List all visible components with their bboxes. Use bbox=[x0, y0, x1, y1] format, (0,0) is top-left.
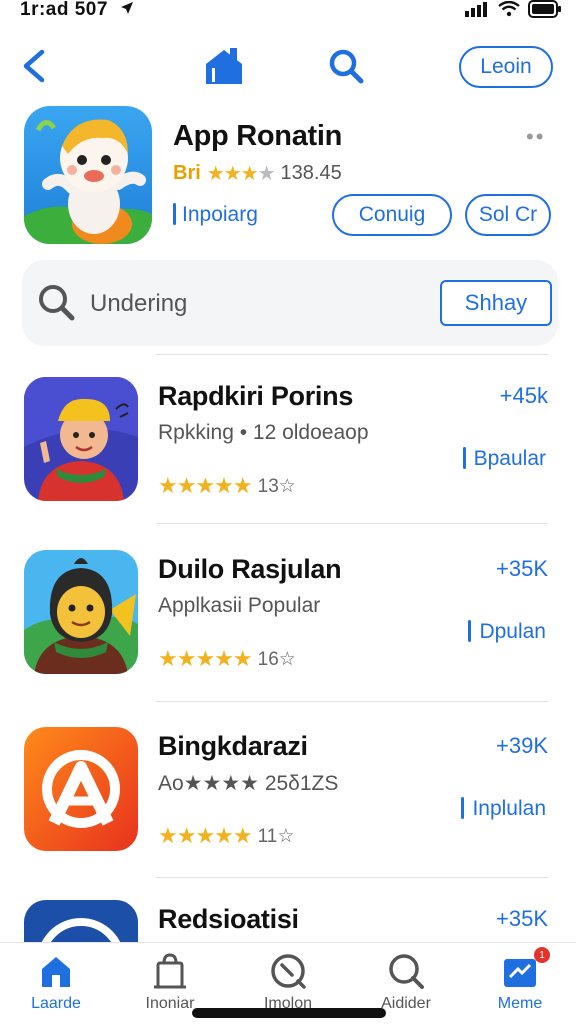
search-icon bbox=[39, 285, 75, 321]
link-bar-icon bbox=[468, 620, 472, 642]
app-icon[interactable] bbox=[24, 377, 138, 501]
search-input[interactable]: Undering bbox=[90, 290, 187, 318]
notification-badge: 1 bbox=[534, 947, 550, 963]
app-rating: ★★★★★ 16☆ bbox=[158, 646, 296, 672]
top-nav: Leoin bbox=[0, 40, 576, 96]
app-link-label: Dpulan bbox=[479, 620, 546, 643]
app-name: Redsioatisi bbox=[158, 904, 299, 934]
link-bar-icon bbox=[462, 447, 466, 469]
featured-app-icon[interactable] bbox=[24, 106, 152, 244]
star-rating-icon: ★★★★★ bbox=[158, 646, 253, 671]
rating-count: 138.45 bbox=[280, 162, 342, 184]
rating-prefix: Bri bbox=[173, 162, 201, 184]
featured-app-title: App Ronatin bbox=[173, 120, 343, 152]
status-icons bbox=[464, 0, 562, 18]
app-icon[interactable] bbox=[24, 550, 138, 674]
search-icon bbox=[389, 954, 424, 989]
app-category-link[interactable]: Bpaular bbox=[462, 447, 546, 471]
cartoon-character-icon bbox=[24, 550, 138, 674]
letter-a-logo-icon bbox=[24, 727, 138, 851]
tab-label: Meme bbox=[497, 995, 543, 1012]
app-subtitle: Ao★★★★ 25δ1ZS bbox=[158, 772, 339, 795]
compass-icon bbox=[271, 954, 306, 989]
app-price: +39K bbox=[496, 733, 548, 758]
app-rating: ★★★★★ 13☆ bbox=[158, 473, 296, 499]
star-rating-icon: ★★★★ bbox=[206, 161, 276, 186]
link-bar-icon bbox=[461, 797, 465, 819]
app-link-label: Inplulan bbox=[472, 797, 546, 820]
app-category-link[interactable]: Inplulan bbox=[461, 797, 546, 821]
chevron-left-icon bbox=[23, 49, 45, 83]
list-item[interactable]: Duilo Rasjulan +35K Applkasii Popular Dp… bbox=[0, 550, 576, 710]
list-item[interactable]: Bingkdarazi +39K Ao★★★★ 25δ1ZS Inplulan … bbox=[0, 727, 576, 887]
cartoon-boy-icon bbox=[24, 377, 138, 501]
rating-count: 13☆ bbox=[257, 475, 296, 497]
app-price: +35K bbox=[496, 906, 548, 931]
star-rating-icon: ★★★★★ bbox=[158, 823, 253, 848]
divider bbox=[156, 701, 548, 702]
more-options-button[interactable]: •• bbox=[526, 124, 545, 150]
app-link-label: Bpaular bbox=[473, 447, 546, 470]
app-name: Bingkdarazi bbox=[158, 731, 308, 761]
featured-action-button-1[interactable]: Conuig bbox=[332, 194, 452, 236]
home-icon bbox=[42, 957, 70, 987]
wifi-icon bbox=[498, 1, 520, 17]
app-rating: ★★★★★ 11☆ bbox=[158, 823, 294, 849]
bag-icon bbox=[154, 953, 186, 989]
app-price: +45k bbox=[499, 383, 548, 408]
stars-empty: ★ bbox=[257, 163, 276, 185]
featured-link-label: Inpoiarg bbox=[182, 203, 258, 226]
rating-count: 16☆ bbox=[257, 648, 296, 670]
tab-inbox[interactable]: 1 Meme bbox=[470, 947, 570, 1021]
stars-filled: ★★★ bbox=[206, 163, 259, 185]
battery-icon bbox=[528, 0, 561, 18]
featured-app: App Ronatin •• Bri ★★★★ 138.45 Inpoiarg … bbox=[0, 106, 576, 246]
home-icon bbox=[206, 48, 242, 84]
search-nav-button[interactable] bbox=[326, 46, 366, 86]
status-time-text: 1r:ad 507 bbox=[20, 0, 108, 20]
search-submit-button[interactable]: Shhay bbox=[440, 280, 552, 326]
rating-count: 11☆ bbox=[257, 825, 295, 847]
status-time: 1r:ad 507 bbox=[20, 0, 134, 21]
location-arrow-icon bbox=[120, 2, 133, 14]
status-bar: 1r:ad 507 bbox=[0, 0, 576, 22]
star-rating-icon: ★★★★★ bbox=[158, 473, 253, 498]
search-bar[interactable]: Undering Shhay bbox=[22, 260, 558, 346]
search-icon bbox=[329, 49, 364, 84]
divider bbox=[156, 523, 548, 524]
back-button[interactable] bbox=[18, 46, 50, 86]
home-indicator bbox=[192, 1008, 386, 1018]
link-bar-icon bbox=[173, 203, 176, 225]
divider bbox=[156, 877, 548, 878]
featured-rating: Bri ★★★★ 138.45 bbox=[173, 161, 342, 186]
cartoon-mascot-icon bbox=[24, 106, 152, 244]
tab-home[interactable]: Laarde bbox=[6, 951, 106, 1021]
login-button[interactable]: Leoin bbox=[459, 46, 553, 88]
app-price: +35K bbox=[496, 556, 548, 581]
app-category-link[interactable]: Dpulan bbox=[468, 620, 546, 644]
featured-category-link[interactable]: Inpoiarg bbox=[173, 203, 258, 227]
featured-action-button-2[interactable]: Sol Cr bbox=[465, 194, 551, 236]
home-nav-button[interactable] bbox=[200, 44, 248, 88]
signal-icon bbox=[465, 2, 487, 17]
app-name: Rapdkiri Porins bbox=[158, 381, 354, 411]
app-icon[interactable] bbox=[24, 727, 138, 851]
tab-label: Laarde bbox=[31, 995, 81, 1012]
divider bbox=[156, 354, 548, 355]
list-item[interactable]: Rapdkiri Porins +45k Rpkking • 12 oldoea… bbox=[0, 377, 576, 537]
app-subtitle: Rpkking • 12 oldoeaop bbox=[158, 421, 369, 444]
app-subtitle: Applkasii Popular bbox=[158, 594, 321, 617]
app-name: Duilo Rasjulan bbox=[158, 554, 342, 584]
